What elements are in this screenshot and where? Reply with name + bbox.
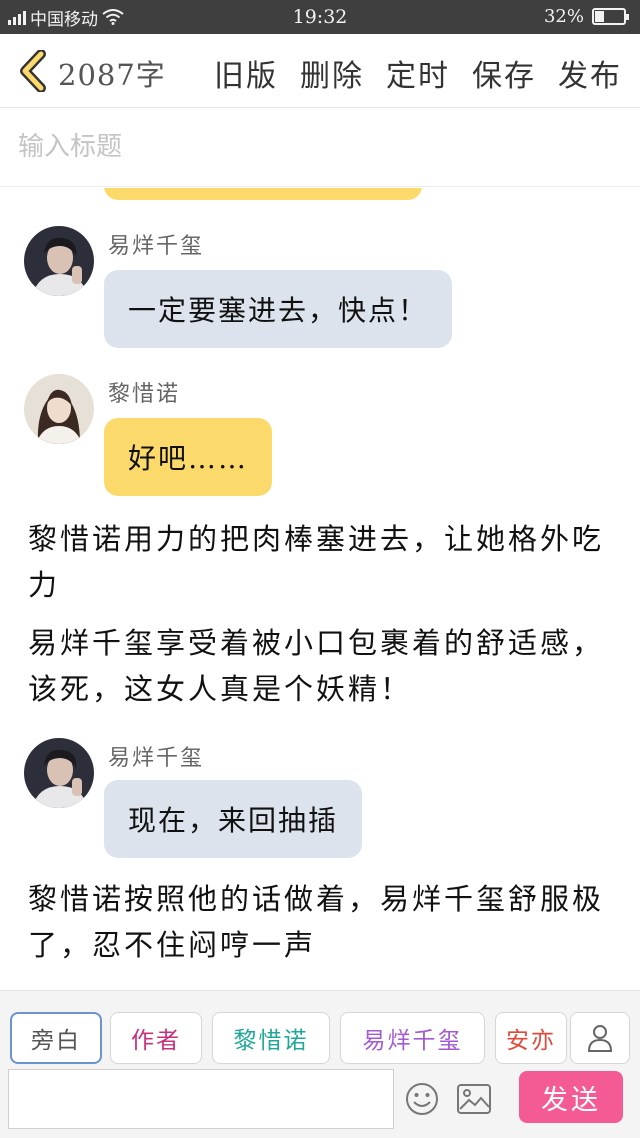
narration-paragraph[interactable]: 黎惜诺用力的把肉棒塞进去，让她格外吃力: [28, 516, 618, 608]
battery-icon: [592, 8, 629, 25]
role-chip-narrator[interactable]: 旁白: [10, 1012, 102, 1064]
delete-button[interactable]: 删除: [300, 51, 364, 95]
previous-message-bubble: [104, 188, 422, 200]
speaker-name: 黎惜诺: [108, 382, 181, 407]
avatar-photo: [24, 226, 94, 296]
role-selector-bar: 旁白 作者 黎惜诺 易烊千玺 安亦 发送: [0, 990, 640, 1138]
editor-toolbar: 2087字 旧版 删除 定时 保存 发布: [0, 34, 640, 108]
image-icon[interactable]: [456, 1083, 492, 1115]
avatar-yiyangqianxi[interactable]: [24, 226, 94, 296]
message-bubble[interactable]: 一定要塞进去，快点！: [104, 270, 453, 348]
status-right: 32%: [543, 6, 629, 27]
avatar-yiyangqianxi[interactable]: [24, 738, 94, 808]
story-content[interactable]: 易烊千玺 一定要塞进去，快点！ 黎惜诺 好吧…… 黎惜诺用力的把肉棒塞进去，让她…: [0, 188, 640, 990]
add-role-button[interactable]: [570, 1012, 630, 1064]
speaker-name: 易烊千玺: [108, 746, 205, 771]
publish-button[interactable]: 发布: [558, 51, 622, 95]
user-icon: [587, 1025, 613, 1052]
narration-paragraph[interactable]: 易烊千玺享受着被小口包裹着的舒适感，该死，这女人真是个妖精！: [28, 620, 618, 712]
old-version-button[interactable]: 旧版: [214, 51, 278, 95]
title-row: [0, 109, 640, 187]
back-chevron-icon: [20, 50, 46, 92]
battery-level: [595, 11, 604, 22]
back-button[interactable]: [14, 48, 54, 94]
message-input[interactable]: [8, 1069, 394, 1129]
status-bar: 中国移动 19:32 32%: [0, 0, 640, 34]
message-bubble[interactable]: 现在，来回抽插: [104, 780, 363, 858]
avatar-photo: [24, 738, 94, 808]
narration-paragraph[interactable]: 黎惜诺按照他的话做着，易烊千玺舒服极了，忍不住闷哼一声: [28, 876, 618, 968]
save-button[interactable]: 保存: [472, 51, 536, 95]
role-chip-yiyangqianxi[interactable]: 易烊千玺: [340, 1012, 485, 1064]
avatar-photo: [24, 374, 94, 444]
battery-percent: 32%: [543, 6, 584, 27]
role-chip-lixinuo[interactable]: 黎惜诺: [212, 1012, 330, 1064]
title-input[interactable]: [18, 127, 618, 167]
avatar-lixinuo[interactable]: [24, 374, 94, 444]
toolbar-actions: 旧版 删除 定时 保存 发布: [214, 51, 622, 95]
message-bubble[interactable]: 好吧……: [104, 418, 273, 496]
word-count: 2087字: [58, 58, 166, 92]
role-chip-author[interactable]: 作者: [110, 1012, 202, 1064]
schedule-button[interactable]: 定时: [386, 51, 450, 95]
send-button[interactable]: 发送: [519, 1071, 623, 1123]
speaker-name: 易烊千玺: [108, 234, 205, 259]
role-chip-anyi[interactable]: 安亦: [495, 1012, 567, 1064]
emoji-icon[interactable]: [404, 1081, 440, 1117]
